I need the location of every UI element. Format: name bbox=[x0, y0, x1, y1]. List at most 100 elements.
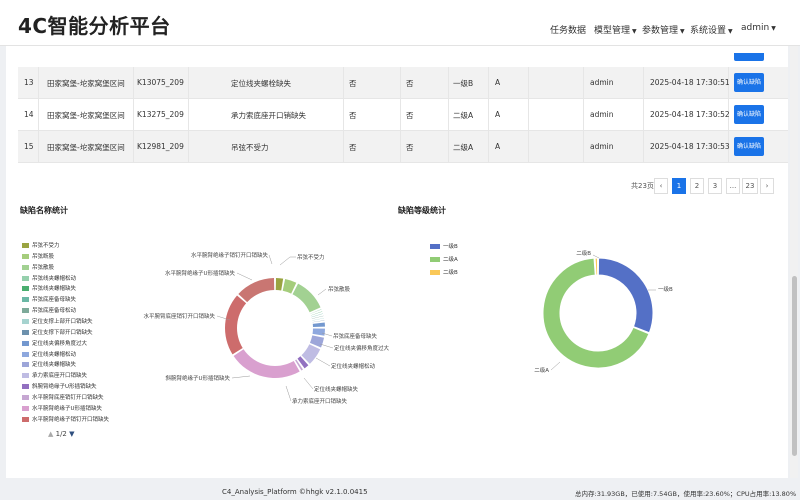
nav-param-manage[interactable]: 参数管理 ▼ bbox=[642, 23, 685, 36]
column-divider bbox=[583, 131, 584, 162]
column-divider bbox=[38, 99, 39, 130]
pagination-page-3[interactable]: 3 bbox=[708, 178, 722, 194]
legend-swatch bbox=[22, 297, 29, 303]
confirm-defect-button-partial[interactable] bbox=[734, 53, 764, 61]
legend-label: 吊弦断股 bbox=[32, 253, 55, 260]
nav-system-settings[interactable]: 系统设置 ▼ bbox=[690, 23, 733, 36]
column-divider bbox=[400, 67, 401, 98]
nav-task-data[interactable]: 任务数据 bbox=[550, 23, 586, 36]
confirm-defect-button[interactable]: 确认缺陷 bbox=[734, 137, 764, 156]
cell-user: admin bbox=[590, 142, 614, 151]
column-divider bbox=[400, 99, 401, 130]
level-legend-item[interactable]: 一级B bbox=[430, 242, 458, 250]
legend-prev-icon[interactable]: ▲ bbox=[48, 430, 53, 438]
legend-swatch bbox=[22, 264, 29, 270]
pagination-total: 共23页 bbox=[631, 182, 654, 190]
caret-down-icon: ▼ bbox=[632, 28, 637, 35]
legend-item[interactable]: 定位支撑上部开口销缺失 bbox=[22, 317, 93, 325]
legend-item[interactable]: 吊弦断股 bbox=[22, 252, 54, 260]
legend-item[interactable]: 斜腕臂绝缘子U形插销缺失 bbox=[22, 382, 97, 390]
column-divider bbox=[38, 131, 39, 162]
legend-label: 二级A bbox=[443, 257, 458, 263]
legend-item[interactable]: 水平腕臂底座销钉开口销缺失 bbox=[22, 393, 104, 401]
column-divider bbox=[643, 99, 644, 130]
legend-swatch bbox=[22, 308, 29, 314]
column-divider bbox=[528, 131, 529, 162]
legend-swatch bbox=[22, 243, 29, 248]
cell-f2: 否 bbox=[406, 143, 414, 152]
legend-label: 定位支撑下部开口销缺失 bbox=[32, 329, 93, 336]
column-divider bbox=[343, 67, 344, 98]
legend-item[interactable]: 吊弦底座备母缺失 bbox=[22, 295, 76, 303]
legend-item[interactable]: 定位支撑下部开口销缺失 bbox=[22, 328, 93, 336]
nav-model-manage[interactable]: 模型管理 ▼ bbox=[594, 23, 637, 36]
legend-label: 定位线夹螺帽松动 bbox=[32, 351, 77, 358]
pagination-next[interactable]: › bbox=[760, 178, 774, 194]
column-divider bbox=[488, 67, 489, 98]
legend-item[interactable]: 吊弦不受力 bbox=[22, 241, 60, 249]
legend-swatch bbox=[430, 257, 440, 262]
legend-label: 承力索底座开口销缺失 bbox=[32, 373, 88, 380]
legend-label: 二级B bbox=[443, 270, 458, 276]
legend-swatch bbox=[22, 394, 29, 400]
legend-item[interactable]: 定位线夹螺帽缺失 bbox=[22, 360, 76, 368]
legend-swatch bbox=[22, 351, 29, 357]
level-legend-item[interactable]: 二级B bbox=[430, 268, 458, 276]
cell-level: 一级B bbox=[453, 79, 474, 88]
confirm-defect-button[interactable]: 确认缺陷 bbox=[734, 105, 764, 124]
level-legend-item[interactable]: 二级A bbox=[430, 255, 458, 263]
legend-item[interactable]: 水平腕臂绝缘子销钉开口销缺失 bbox=[22, 415, 109, 423]
legend-item[interactable]: 吊弦底座备母松动 bbox=[22, 306, 76, 314]
legend-label: 吊弦底座备母松动 bbox=[32, 308, 77, 315]
legend-item[interactable]: 吊弦线夹螺帽松动 bbox=[22, 274, 76, 282]
legend-swatch bbox=[22, 329, 29, 335]
page-scrollbar[interactable] bbox=[790, 46, 798, 478]
column-divider bbox=[448, 99, 449, 130]
cell-no: 15 bbox=[24, 142, 34, 151]
app-brand[interactable]: 4C智能分析平台 bbox=[18, 10, 171, 39]
cell-code: K12981_209 bbox=[137, 142, 184, 151]
legend-item[interactable]: 吊弦散股 bbox=[22, 263, 54, 271]
legend-item[interactable]: 定位线夹螺帽松动 bbox=[22, 350, 76, 358]
column-divider bbox=[188, 131, 189, 162]
legend-label: 定位支撑上部开口销缺失 bbox=[32, 318, 93, 325]
cell-time: 2025-04-18 17:30:52 bbox=[650, 110, 730, 119]
cell-grade: A bbox=[495, 142, 501, 151]
nav-label: 模型管理 bbox=[594, 26, 631, 36]
cell-section: 田家窝堡-坨家窝堡区间 bbox=[47, 79, 125, 88]
legend-item[interactable]: 吊弦线夹螺帽缺失 bbox=[22, 284, 76, 292]
cell-code: K13075_209 bbox=[137, 78, 184, 87]
column-divider bbox=[643, 67, 644, 98]
footer-system-stats: 总内存:31.93GB，已使用:7.54GB，使用率:23.60%；CPU占用率… bbox=[575, 490, 797, 498]
defect-name-chart-title: 缺陷名称统计 bbox=[20, 206, 68, 215]
legend-next-icon[interactable]: ▼ bbox=[69, 430, 74, 438]
legend-label: 吊弦线夹螺帽缺失 bbox=[32, 286, 77, 293]
pagination-page-1[interactable]: 1 bbox=[672, 178, 686, 194]
legend-swatch bbox=[22, 253, 29, 259]
column-divider bbox=[488, 131, 489, 162]
cell-f1: 否 bbox=[349, 143, 357, 152]
pagination-prev[interactable]: ‹ bbox=[654, 178, 668, 194]
pagination-page-23[interactable]: 23 bbox=[742, 178, 758, 194]
legend-item[interactable]: 承力索底座开口销缺失 bbox=[22, 371, 87, 379]
confirm-defect-button[interactable]: 确认缺陷 bbox=[734, 73, 764, 92]
pagination-page-2[interactable]: 2 bbox=[690, 178, 704, 194]
table-row: 15 田家窝堡-坨家窝堡区间 K12981_209 吊弦不受力 否 否 二级A Aadmin 2… bbox=[18, 131, 788, 163]
legend-swatch bbox=[22, 275, 29, 281]
caret-down-icon: ▼ bbox=[771, 25, 776, 32]
cell-grade: A bbox=[495, 78, 501, 87]
cell-f2: 否 bbox=[406, 111, 414, 120]
nav-user-menu[interactable]: admin ▼ bbox=[741, 23, 776, 33]
column-divider bbox=[528, 99, 529, 130]
cell-no: 13 bbox=[24, 78, 34, 87]
scrollbar-thumb[interactable] bbox=[792, 276, 797, 456]
cell-time: 2025-04-18 17:30:51 bbox=[650, 78, 730, 87]
cell-no: 14 bbox=[24, 110, 34, 119]
footer-version: C4_Analysis_Platform ©hhgk v2.1.0.0415 bbox=[222, 488, 368, 496]
legend-item[interactable]: 定位线夹偏移角度过大 bbox=[22, 339, 87, 347]
column-divider bbox=[343, 131, 344, 162]
legend-swatch bbox=[22, 318, 29, 324]
legend-item[interactable]: 水平腕臂绝缘子U形插销缺失 bbox=[22, 404, 102, 412]
column-divider bbox=[133, 67, 134, 98]
legend-swatch bbox=[430, 244, 440, 249]
